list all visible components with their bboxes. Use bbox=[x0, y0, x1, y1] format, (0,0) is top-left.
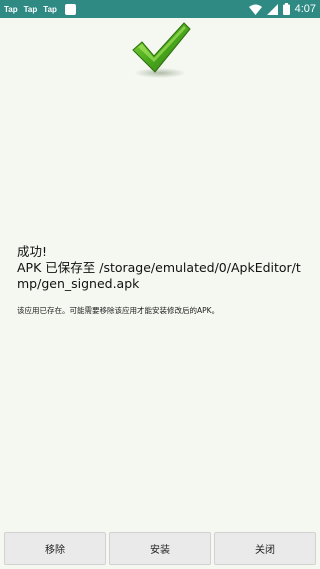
notification-app-label: Tap bbox=[43, 4, 57, 14]
install-button[interactable]: 安装 bbox=[109, 532, 211, 565]
notification-app-label: Tap bbox=[23, 4, 38, 14]
system-icons: 4:07 bbox=[248, 3, 316, 15]
battery-icon bbox=[282, 3, 290, 15]
notification-square-icon bbox=[64, 3, 76, 15]
install-note: 该应用已存在。可能需要移除该应用才能安装修改后的APK。 bbox=[17, 306, 220, 315]
signal-icon bbox=[266, 3, 278, 15]
checkmark-icon bbox=[130, 20, 192, 80]
saved-path-text: APK 已保存至 /storage/emulated/0/ApkEditor/t… bbox=[17, 260, 301, 291]
wifi-icon bbox=[248, 4, 262, 15]
remove-button[interactable]: 移除 bbox=[4, 532, 106, 565]
status-bar: Tap Tap Tap 4:07 bbox=[0, 0, 320, 18]
close-button[interactable]: 关闭 bbox=[214, 532, 316, 565]
success-title: 成功! bbox=[17, 244, 48, 259]
notification-app-label: Tap bbox=[4, 4, 18, 14]
action-button-bar: 移除 安装 关闭 bbox=[0, 530, 320, 569]
result-message: 成功! APK 已保存至 /storage/emulated/0/ApkEdit… bbox=[17, 244, 307, 316]
clock-time: 4:07 bbox=[294, 3, 316, 15]
notification-area: Tap Tap Tap bbox=[4, 3, 249, 15]
